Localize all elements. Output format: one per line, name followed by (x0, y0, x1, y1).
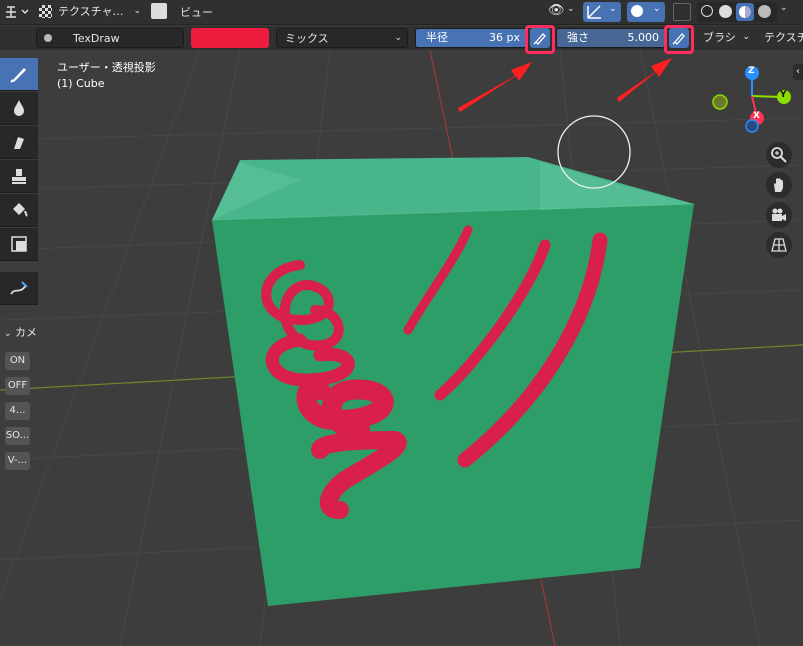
strength-value: 5.000 (627, 31, 660, 44)
camera-so-button[interactable]: SO... (5, 427, 30, 445)
pan-button[interactable] (766, 172, 792, 198)
mode-dropdown[interactable]: テクスチャ… ⌄ (36, 2, 144, 22)
tool-smear[interactable] (0, 126, 38, 159)
overlay-toggle[interactable]: ⌄ (627, 2, 665, 22)
chevron-down-icon: ⌄ (609, 4, 617, 14)
viewport-canvas[interactable] (0, 50, 803, 646)
brush-stroke-icon (10, 68, 26, 83)
perspective-toggle-button[interactable] (766, 232, 792, 258)
radius-value: 36 px (489, 31, 520, 44)
mask-icon (11, 236, 27, 252)
gizmo-toggle[interactable]: ⌄ (583, 2, 621, 22)
eye-icon: 👁 (548, 3, 565, 18)
gizmo-z-label[interactable]: Z (748, 66, 755, 76)
tool-draw[interactable] (0, 58, 38, 91)
texture-menu-label: テクスチ (764, 31, 803, 44)
stamp-icon (12, 169, 26, 184)
editor-type-icon (6, 6, 29, 18)
drop-icon (14, 100, 24, 116)
gizmo-icon (587, 5, 601, 19)
chevron-down-icon: ⌄ (653, 4, 661, 14)
editor-type-button[interactable] (2, 3, 32, 21)
overlay-icon (631, 5, 643, 17)
tool-clone[interactable] (0, 160, 38, 193)
viewport-header: テクスチャ… ⌄ ビュー 👁 ⌄ ⌄ ⌄ ⌄ (0, 0, 803, 25)
checker-icon (39, 5, 52, 18)
camera-v-button[interactable]: V-... (5, 452, 30, 470)
strength-label: 強さ (567, 31, 589, 44)
solid-shading-icon[interactable] (719, 5, 732, 18)
camera-view-button[interactable] (766, 202, 792, 228)
smear-icon (14, 137, 24, 149)
radius-label: 半径 (426, 31, 448, 44)
sidebar-toggle-arrow[interactable]: ‹ (793, 64, 803, 80)
mode-label: テクスチャ… (58, 5, 124, 18)
chevron-down-icon: ⌄ (394, 33, 402, 43)
wireframe-shading-icon[interactable] (701, 5, 713, 17)
camera-on-button[interactable]: ON (5, 352, 30, 370)
rendered-shading-icon[interactable] (758, 5, 771, 18)
xray-toggle[interactable] (673, 3, 691, 21)
hand-icon (774, 178, 783, 192)
brush-selector[interactable]: TexDraw (36, 28, 184, 48)
brush-color-swatch[interactable] (191, 28, 269, 48)
magnifier-icon (771, 147, 787, 163)
tool-soften[interactable] (0, 92, 38, 125)
panel-header[interactable]: ⌄ カメ (4, 324, 37, 340)
view-name: ユーザー・透視投影 (57, 61, 156, 74)
brush-icon (44, 34, 52, 42)
side-panel: ⌄ カメ ON OFF 4... SO... V-... (0, 320, 38, 480)
brush-name: TexDraw (73, 32, 120, 45)
camera-4-button[interactable]: 4... (5, 402, 30, 420)
chevron-down-icon: ⌄ (742, 32, 750, 42)
material-shading-icon[interactable] (736, 3, 754, 21)
object-mode-icon[interactable] (151, 3, 167, 19)
video-camera-icon (772, 208, 786, 221)
brush-menu[interactable]: ブラシ ⌄ (695, 28, 753, 48)
tool-annotate[interactable] (0, 272, 38, 305)
visibility-toggle[interactable]: 👁 ⌄ (545, 2, 577, 22)
zoom-button[interactable] (766, 142, 792, 168)
chevron-down-icon: ⌄ (133, 6, 141, 16)
radius-field[interactable]: 半径 36 px (415, 28, 527, 48)
shading-options-dropdown[interactable]: ⌄ (780, 3, 788, 13)
texture-menu[interactable]: テクスチ (758, 28, 803, 48)
bucket-icon (13, 203, 28, 217)
chevron-down-icon: ⌄ (4, 329, 12, 339)
panel-title: カメ (15, 326, 38, 339)
gizmo-y-label[interactable]: Y (780, 90, 787, 100)
view-menu[interactable]: ビュー (180, 4, 213, 20)
shading-group (697, 2, 777, 22)
gizmo-x-label[interactable]: X (753, 111, 760, 121)
camera-off-button[interactable]: OFF (5, 377, 30, 395)
grid-icon (771, 238, 787, 252)
strength-field[interactable]: 強さ 5.000 (556, 28, 666, 48)
tool-mask[interactable] (0, 228, 38, 261)
tool-fill[interactable] (0, 194, 38, 227)
chevron-down-icon: ⌄ (567, 4, 575, 14)
annotate-icon (10, 281, 28, 295)
object-name: (1) Cube (57, 77, 105, 90)
brush-menu-label: ブラシ (703, 31, 736, 44)
blend-mode-label: ミックス (285, 32, 329, 45)
blend-mode-dropdown[interactable]: ミックス ⌄ (276, 28, 408, 48)
